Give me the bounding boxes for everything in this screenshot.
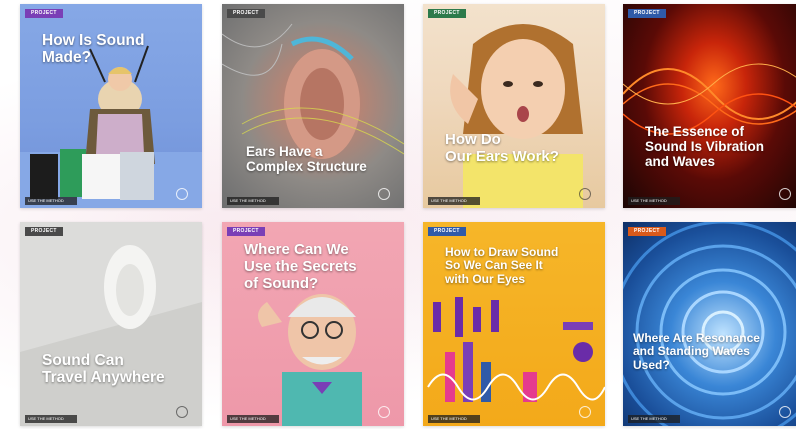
card-ears-have-complex-structure[interactable]: PROJECT Ears Have a Complex Structure US…	[222, 4, 404, 208]
project-tag: PROJECT	[227, 227, 265, 236]
card-title: How Do Our Ears Work?	[445, 131, 559, 165]
card-how-is-sound-made[interactable]: PROJECT How Is Sound Made? USE THE METHO…	[20, 4, 202, 208]
card-footer-label: USE THE METHOD	[227, 415, 279, 423]
card-title: Where Can We Use the Secrets of Sound?	[244, 241, 357, 292]
ear-sculpture-illustration	[20, 222, 202, 426]
rippling-water-illustration	[623, 222, 796, 426]
card-title: Where Are Resonance and Standing Waves U…	[633, 331, 760, 372]
card-title: Ears Have a Complex Structure	[246, 144, 367, 175]
publisher-logo-icon	[579, 188, 591, 200]
card-title: The Essence of Sound Is Vibration and Wa…	[645, 124, 765, 170]
card-where-can-we-use-secrets-of-sound[interactable]: PROJECT Where Can We Use the Secrets of …	[222, 222, 404, 426]
card-how-to-draw-sound[interactable]: PROJECT How to Draw Sound So We Can See …	[423, 222, 605, 426]
course-card-grid: PROJECT How Is Sound Made? USE THE METHO…	[0, 0, 796, 429]
card-essence-of-sound-vibration-waves[interactable]: PROJECT The Essence of Sound Is Vibratio…	[623, 4, 796, 208]
card-title: Sound Can Travel Anywhere	[42, 352, 165, 387]
project-tag: PROJECT	[25, 9, 63, 18]
project-tag: PROJECT	[428, 9, 466, 18]
project-tag: PROJECT	[25, 227, 63, 236]
card-footer-label: USE THE METHOD	[628, 197, 680, 205]
card-illustration	[623, 222, 796, 426]
card-sound-can-travel-anywhere[interactable]: PROJECT Sound Can Travel Anywhere USE TH…	[20, 222, 202, 426]
project-tag: PROJECT	[628, 227, 666, 236]
publisher-logo-icon	[779, 188, 791, 200]
card-footer-label: USE THE METHOD	[227, 197, 279, 205]
card-illustration	[423, 4, 605, 208]
girl-cupping-ear-illustration	[450, 24, 583, 208]
card-footer-label: USE THE METHOD	[428, 415, 480, 423]
card-how-do-our-ears-work[interactable]: PROJECT How Do Our Ears Work? USE THE ME…	[423, 4, 605, 208]
project-tag: PROJECT	[428, 227, 466, 236]
card-resonance-and-standing-waves[interactable]: PROJECT Where Are Resonance and Standing…	[623, 222, 796, 426]
card-illustration	[623, 4, 796, 208]
project-tag: PROJECT	[628, 9, 666, 18]
card-footer-label: USE THE METHOD	[428, 197, 480, 205]
publisher-logo-icon	[176, 188, 188, 200]
publisher-logo-icon	[176, 406, 188, 418]
card-title: How to Draw Sound So We Can See It with …	[445, 245, 559, 286]
publisher-logo-icon	[779, 406, 791, 418]
publisher-logo-icon	[378, 188, 390, 200]
publisher-logo-icon	[579, 406, 591, 418]
card-title: How Is Sound Made?	[42, 32, 145, 67]
vibration-waves-illustration	[623, 63, 796, 135]
card-footer-label: USE THE METHOD	[25, 197, 77, 205]
project-tag: PROJECT	[227, 9, 265, 18]
card-illustration	[20, 222, 202, 426]
card-footer-label: USE THE METHOD	[628, 415, 680, 423]
ear-with-hearing-aid-illustration	[222, 23, 404, 159]
card-footer-label: USE THE METHOD	[25, 415, 77, 423]
card-illustration	[222, 4, 404, 208]
publisher-logo-icon	[378, 406, 390, 418]
